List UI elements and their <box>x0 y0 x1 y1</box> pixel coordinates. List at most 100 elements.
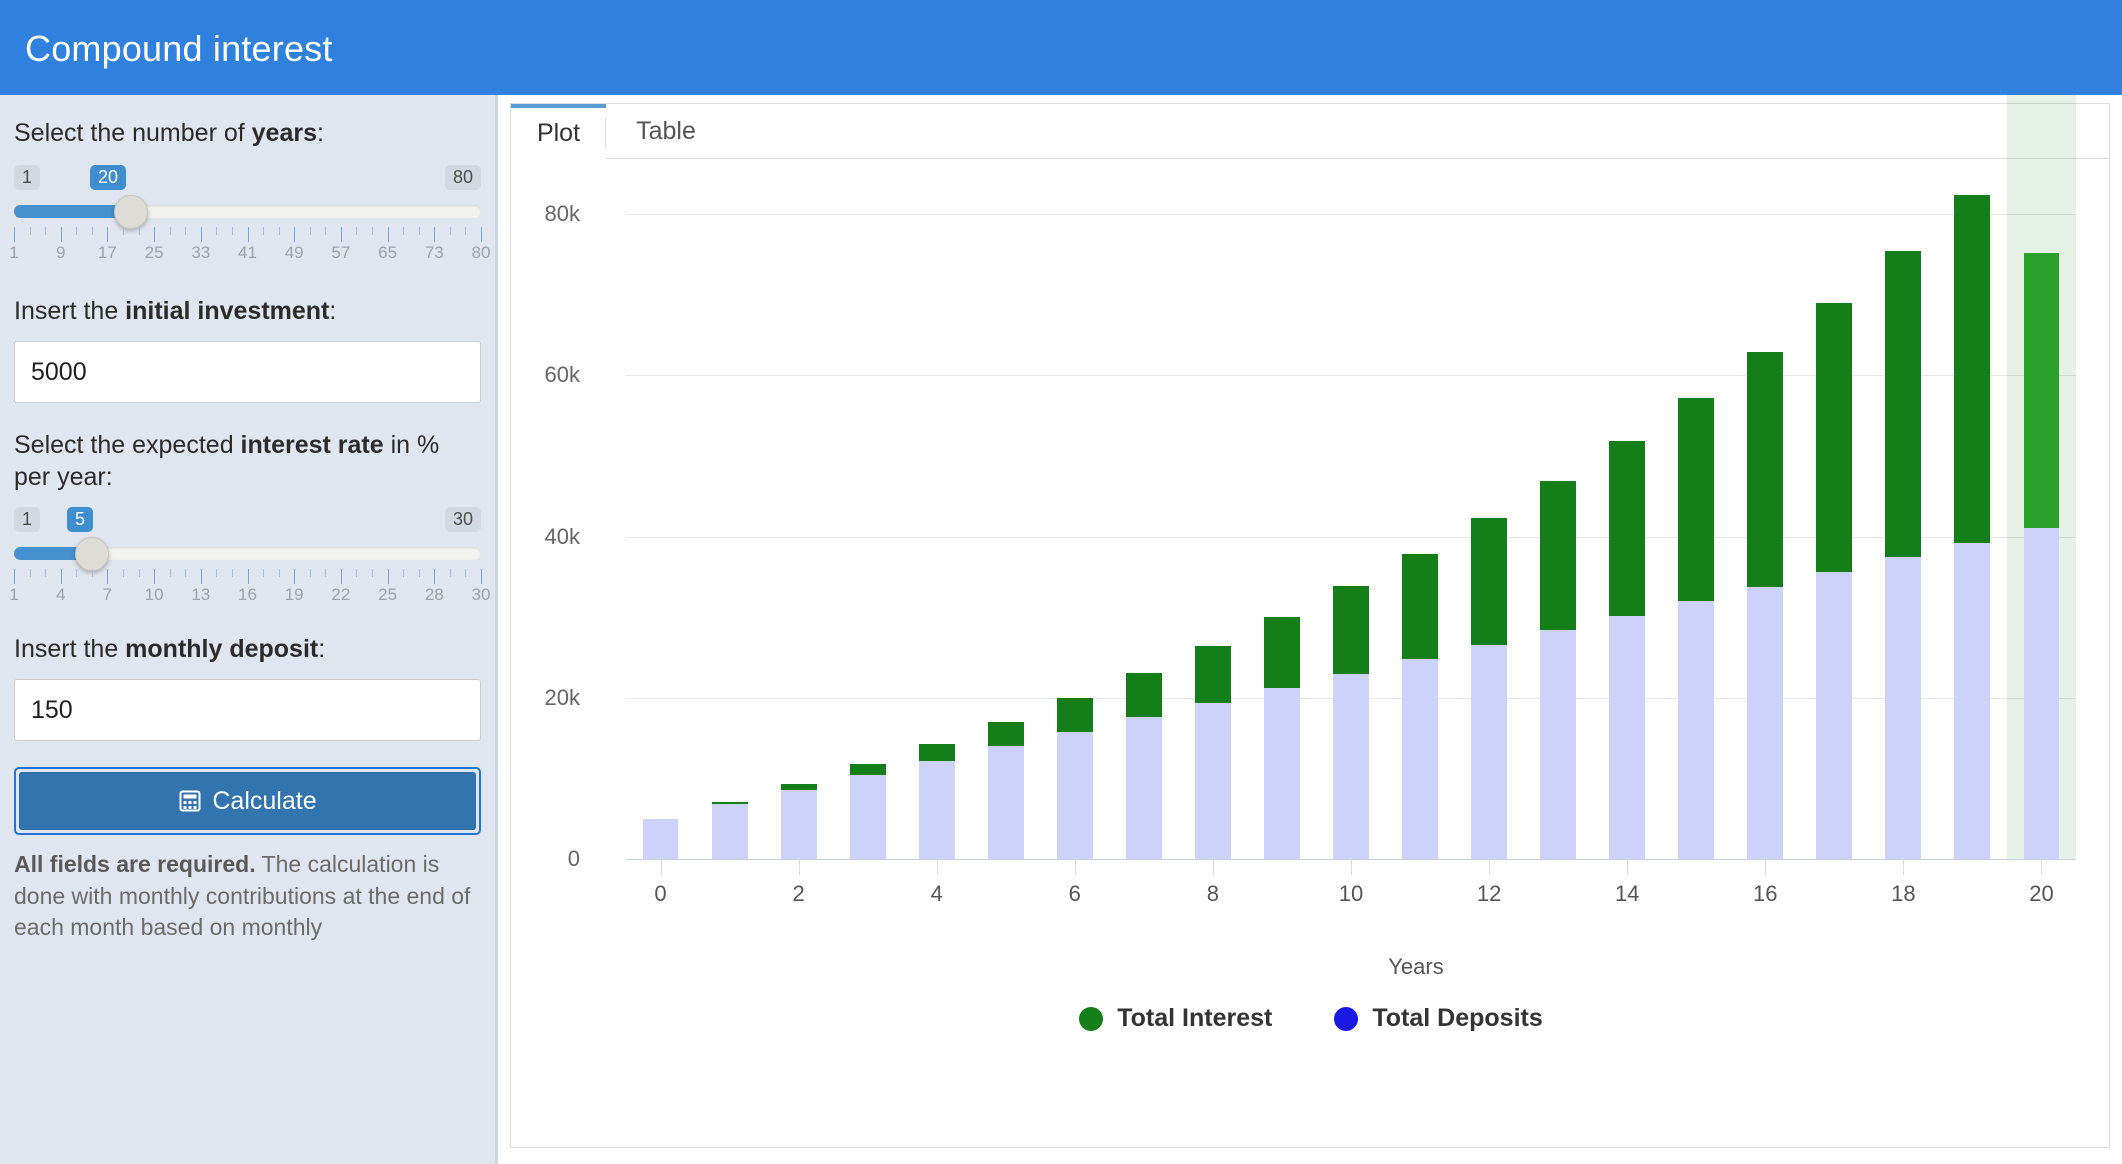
bar-group[interactable] <box>1402 214 1438 859</box>
slider-tick-minor <box>185 227 187 235</box>
bar-group[interactable] <box>1954 194 1991 859</box>
bar-total-interest[interactable] <box>1747 351 1784 587</box>
bar-group[interactable] <box>642 214 679 859</box>
bar-total-interest[interactable] <box>1333 586 1369 674</box>
bar-total-deposits[interactable] <box>1402 659 1438 859</box>
bar-total-deposits[interactable] <box>1954 542 1991 859</box>
bar-group[interactable] <box>849 214 886 859</box>
bar-group[interactable] <box>1056 214 1093 859</box>
slider-tick-major <box>340 227 342 242</box>
calculate-button-label: Calculate <box>212 786 317 815</box>
bar-total-deposits[interactable] <box>1678 601 1715 859</box>
slider-tick-minor <box>465 227 467 235</box>
bar-total-deposits[interactable] <box>1333 673 1369 859</box>
legend-item[interactable]: Total Deposits <box>1334 1004 1543 1033</box>
x-axis-tick-label: 2 <box>792 881 805 906</box>
bar-total-interest[interactable] <box>1471 518 1508 645</box>
bar-total-deposits[interactable] <box>1747 586 1784 859</box>
bar-total-deposits[interactable] <box>2023 528 2060 859</box>
bar-total-interest[interactable] <box>1816 303 1853 572</box>
bar-total-interest[interactable] <box>1402 553 1438 660</box>
bar-total-deposits[interactable] <box>1194 702 1231 859</box>
slider-tick-minor <box>231 569 233 577</box>
bar-group[interactable] <box>1125 214 1162 859</box>
bar-total-interest[interactable] <box>1609 440 1646 616</box>
x-axis-tick <box>1489 859 1491 875</box>
bar-total-deposits[interactable] <box>642 818 679 859</box>
bar-group[interactable] <box>1471 214 1508 859</box>
bar-total-interest[interactable] <box>780 783 817 790</box>
compound-interest-chart: 0 20k 40k 60k 80k 0 2 4 6 8 10 12 14 16 18 20 Years To… <box>511 94 2111 1149</box>
bar-total-deposits[interactable] <box>1540 630 1577 859</box>
bar-group[interactable] <box>1194 214 1231 859</box>
bar-total-interest[interactable] <box>987 721 1024 747</box>
rate-slider-block[interactable]: 1 5 30 1 4 7 10 13 16 19 22 25 28 30 <box>9 507 490 609</box>
bar-total-deposits[interactable] <box>987 746 1024 859</box>
slider-tick-minor <box>138 569 140 577</box>
bar-total-deposits[interactable] <box>1125 717 1162 859</box>
x-axis-tick-label: 8 <box>1206 881 1220 906</box>
bar-total-interest[interactable] <box>1125 672 1162 718</box>
years-slider-track[interactable] <box>14 195 481 229</box>
initial-investment-input[interactable] <box>14 341 481 403</box>
y-axis-tick-label: 40k <box>544 523 580 549</box>
bar-group[interactable] <box>780 214 817 859</box>
bar-group[interactable] <box>1264 214 1300 859</box>
bar-total-deposits[interactable] <box>1056 731 1093 859</box>
legend-item[interactable]: Total Interest <box>1079 1004 1272 1033</box>
bar-total-deposits[interactable] <box>1609 615 1646 859</box>
bar-group[interactable] <box>1609 214 1646 859</box>
monthly-deposit-input[interactable] <box>14 679 481 741</box>
slider-tick-major <box>60 227 62 242</box>
bar-group[interactable] <box>1678 214 1715 859</box>
bar-total-deposits[interactable] <box>1885 557 1922 859</box>
bar-total-interest[interactable] <box>1885 250 1922 558</box>
bar-total-interest[interactable] <box>1678 397 1715 601</box>
bar-total-deposits[interactable] <box>1816 571 1853 859</box>
bar-total-interest[interactable] <box>1954 194 1991 543</box>
bar-total-deposits[interactable] <box>780 789 817 859</box>
slider-tick-label: 25 <box>144 243 164 262</box>
slider-tick-label: 9 <box>55 243 66 262</box>
bar-total-deposits[interactable] <box>918 760 955 859</box>
slider-tick-major <box>294 227 296 242</box>
tab-table[interactable]: Table <box>606 104 726 159</box>
bar-group[interactable] <box>1885 214 1922 859</box>
bar-group[interactable] <box>987 214 1024 859</box>
bar-total-interest[interactable] <box>1194 646 1231 703</box>
bar-total-interest[interactable] <box>849 764 886 776</box>
rate-slider-knob[interactable] <box>74 537 109 571</box>
bar-group[interactable] <box>1816 214 1853 859</box>
bar-total-interest[interactable] <box>1264 617 1300 689</box>
years-label: Select the number of years: <box>14 117 481 149</box>
bar-total-interest[interactable] <box>1056 698 1093 732</box>
slider-tick-minor <box>263 569 265 577</box>
bar-total-interest[interactable] <box>711 801 748 805</box>
bar-group[interactable] <box>1747 214 1784 859</box>
initial-investment-group: Insert the initial investment: <box>14 295 481 403</box>
bar-group[interactable] <box>2023 214 2060 859</box>
calculator-icon <box>178 789 202 813</box>
bar-total-deposits[interactable] <box>1264 688 1300 859</box>
bar-total-interest[interactable] <box>1540 480 1577 631</box>
x-axis-tick-label: 6 <box>1068 881 1081 906</box>
years-slider-block[interactable]: 1 20 80 1 9 17 25 33 41 49 57 65 73 80 <box>9 165 490 267</box>
bar-total-deposits[interactable] <box>1471 644 1508 859</box>
bar-group[interactable] <box>918 214 955 859</box>
years-slider-knob[interactable] <box>114 195 149 229</box>
slider-tick-minor <box>309 227 311 235</box>
calculate-button[interactable]: Calculate <box>19 772 476 830</box>
bar-group[interactable] <box>711 214 748 859</box>
rate-slider-track[interactable] <box>14 537 481 571</box>
tab-plot[interactable]: Plot <box>511 104 606 159</box>
bar-total-deposits[interactable] <box>849 775 886 859</box>
slider-tick-minor <box>76 227 78 235</box>
bar-total-deposits[interactable] <box>711 804 748 859</box>
bar-total-interest[interactable] <box>918 743 955 761</box>
bar-group[interactable] <box>1540 214 1577 859</box>
bar-total-interest[interactable] <box>2023 252 2060 529</box>
bar-group[interactable] <box>1333 214 1369 859</box>
slider-tick-label: 33 <box>191 243 211 262</box>
slider-tick-major <box>434 227 436 242</box>
slider-tick-minor <box>263 227 265 235</box>
